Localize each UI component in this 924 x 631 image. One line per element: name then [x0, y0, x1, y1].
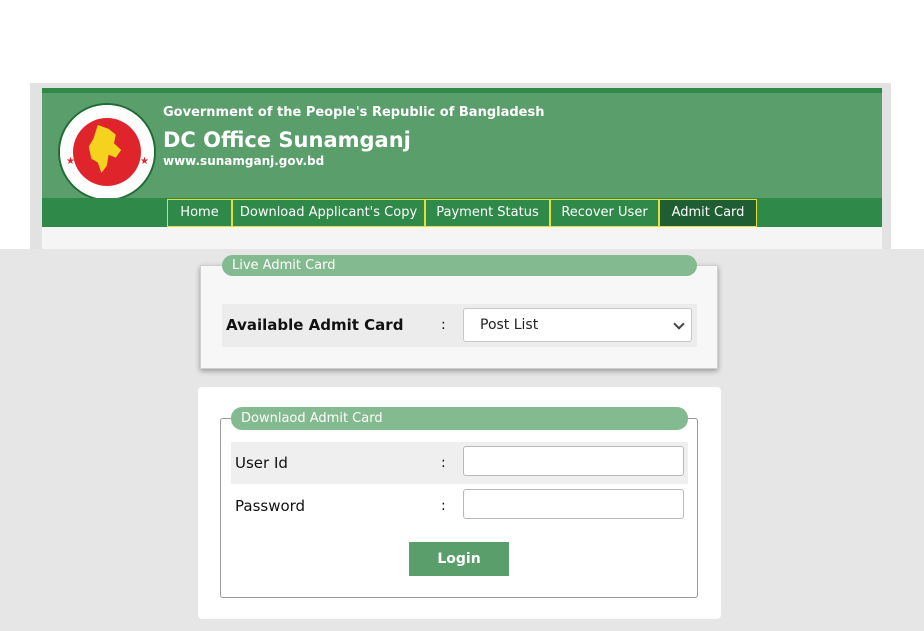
- nav-item-payment-status[interactable]: Payment Status: [425, 199, 550, 227]
- post-list-select[interactable]: Post List: [463, 308, 692, 342]
- nav-item-admit-card[interactable]: Admit Card: [659, 199, 757, 227]
- government-seal-logo[interactable]: ★ ★: [58, 103, 156, 201]
- nav-item-download-applicants-copy[interactable]: Download Applicant's Copy: [232, 199, 425, 227]
- page-top-background: [0, 0, 924, 83]
- live-admit-card-legend: Live Admit Card: [222, 255, 697, 276]
- star-icon: ★: [140, 156, 149, 167]
- nav-item-recover-user[interactable]: Recover User: [550, 199, 659, 227]
- colon-separator: :: [441, 498, 446, 514]
- password-label: Password: [235, 497, 306, 515]
- header-subbar: [42, 227, 882, 249]
- download-admit-card-legend: Downlaod Admit Card: [231, 407, 688, 430]
- login-button[interactable]: Login: [409, 542, 509, 576]
- chevron-down-icon: [673, 318, 685, 330]
- star-icon: ★: [66, 156, 75, 167]
- available-admit-card-label: Available Admit Card: [226, 316, 404, 334]
- nav-item-home[interactable]: Home: [167, 199, 232, 227]
- post-list-select-value: Post List: [480, 317, 539, 333]
- password-input[interactable]: [463, 489, 684, 519]
- website-url: www.sunamganj.gov.bd: [163, 154, 325, 168]
- office-title[interactable]: DC Office Sunamganj: [163, 128, 411, 152]
- colon-separator: :: [441, 455, 446, 471]
- colon-separator: :: [441, 317, 446, 333]
- user-id-label: User Id: [235, 454, 288, 472]
- user-id-input[interactable]: [463, 446, 684, 476]
- seal-white-ring: [60, 105, 154, 199]
- government-line: Government of the People's Republic of B…: [163, 105, 545, 120]
